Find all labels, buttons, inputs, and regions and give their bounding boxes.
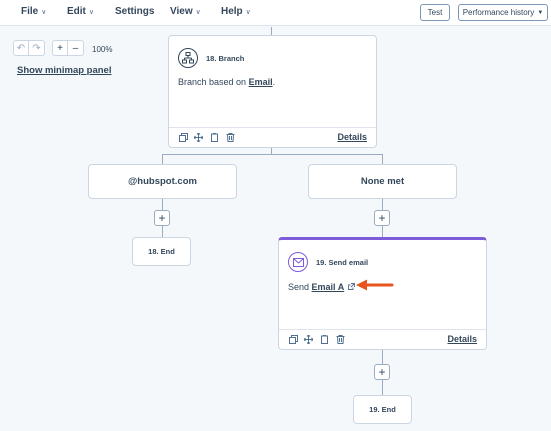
zoom-group: + – [52,40,84,56]
redo-icon[interactable]: ↷ [29,40,45,56]
send-email-description: Send Email A [288,282,356,292]
top-menu-bar: File ∨ Edit ∨ Settings View ∨ Help ∨ Test Pe… [0,0,551,26]
move-icon[interactable] [304,335,313,344]
delete-icon[interactable] [336,335,345,344]
show-minimap-link[interactable]: Show minimap panel [17,65,112,76]
add-action-button-bottom[interactable]: + [374,364,390,380]
test-button-label: Test [427,8,443,17]
menu-help[interactable]: Help ∨ [221,6,251,17]
connector-left-branch [162,154,163,164]
undo-icon[interactable]: ↶ [13,40,29,56]
performance-history-button[interactable]: Performance history ▼ [458,4,548,21]
clone-icon[interactable] [289,335,298,344]
undo-redo-group: ↶ ↷ [13,40,45,56]
zoom-level: 100% [92,45,113,54]
chevron-down-icon: ∨ [41,9,47,16]
zoom-out-icon[interactable]: – [68,40,84,56]
copy-icon[interactable] [210,133,219,142]
menu-edit-label: Edit [67,6,86,17]
menu-edit[interactable]: Edit ∨ [67,6,94,17]
connector-branch-split [162,154,383,155]
test-button[interactable]: Test [420,4,450,21]
branch-right-label[interactable]: None met [308,164,457,199]
copy-icon[interactable] [320,335,329,344]
left-end-node[interactable]: 18. End [132,237,191,266]
connector-top [271,27,272,35]
add-action-button-left[interactable]: + [154,210,170,226]
send-email-details-link[interactable]: Details [447,334,477,344]
menu-settings-label: Settings [115,6,155,17]
right-end-node[interactable]: 19. End [353,395,412,424]
chevron-down-icon: ∨ [195,9,201,16]
connector-right-branch [382,154,383,164]
branch-card-footer: Details [169,127,376,147]
zoom-in-icon[interactable]: + [52,40,68,56]
add-action-button-right[interactable]: + [374,210,390,226]
send-email-action-title: 19. Send email [316,258,369,267]
menu-help-label: Help [221,6,243,17]
branch-body-suffix: . [272,77,276,87]
performance-history-label: Performance history [462,8,535,17]
branch-details-link[interactable]: Details [337,132,367,142]
email-a-link[interactable]: Email A [312,282,345,292]
delete-icon[interactable] [226,133,235,142]
send-email-card-footer: Details [279,329,486,349]
menu-file[interactable]: File ∨ [21,6,46,17]
chevron-down-icon: ∨ [245,9,251,16]
clone-icon[interactable] [179,133,188,142]
send-email-action-card[interactable]: 19. Send email Send Email A Details [278,237,487,350]
branch-action-title: 18. Branch [206,54,245,63]
chevron-down-icon: ∨ [88,9,95,16]
move-icon[interactable] [194,133,203,142]
menu-view-label: View [170,6,193,17]
caret-down-icon: ▼ [537,9,544,16]
annotation-arrow [356,279,394,291]
menu-view[interactable]: View ∨ [170,6,201,17]
branch-email-link[interactable]: Email [249,77,273,87]
branch-action-card[interactable]: 18. Branch Branch based on Email. Detail… [168,35,377,148]
branch-body-prefix: Branch based on [178,77,249,87]
envelope-icon [288,252,308,272]
branch-icon [178,48,198,68]
menu-settings[interactable]: Settings [115,6,154,17]
branch-action-description: Branch based on Email. [178,77,275,87]
branch-left-label[interactable]: @hubspot.com [88,164,237,199]
menu-file-label: File [21,6,39,17]
send-email-body-prefix: Send [288,282,312,292]
